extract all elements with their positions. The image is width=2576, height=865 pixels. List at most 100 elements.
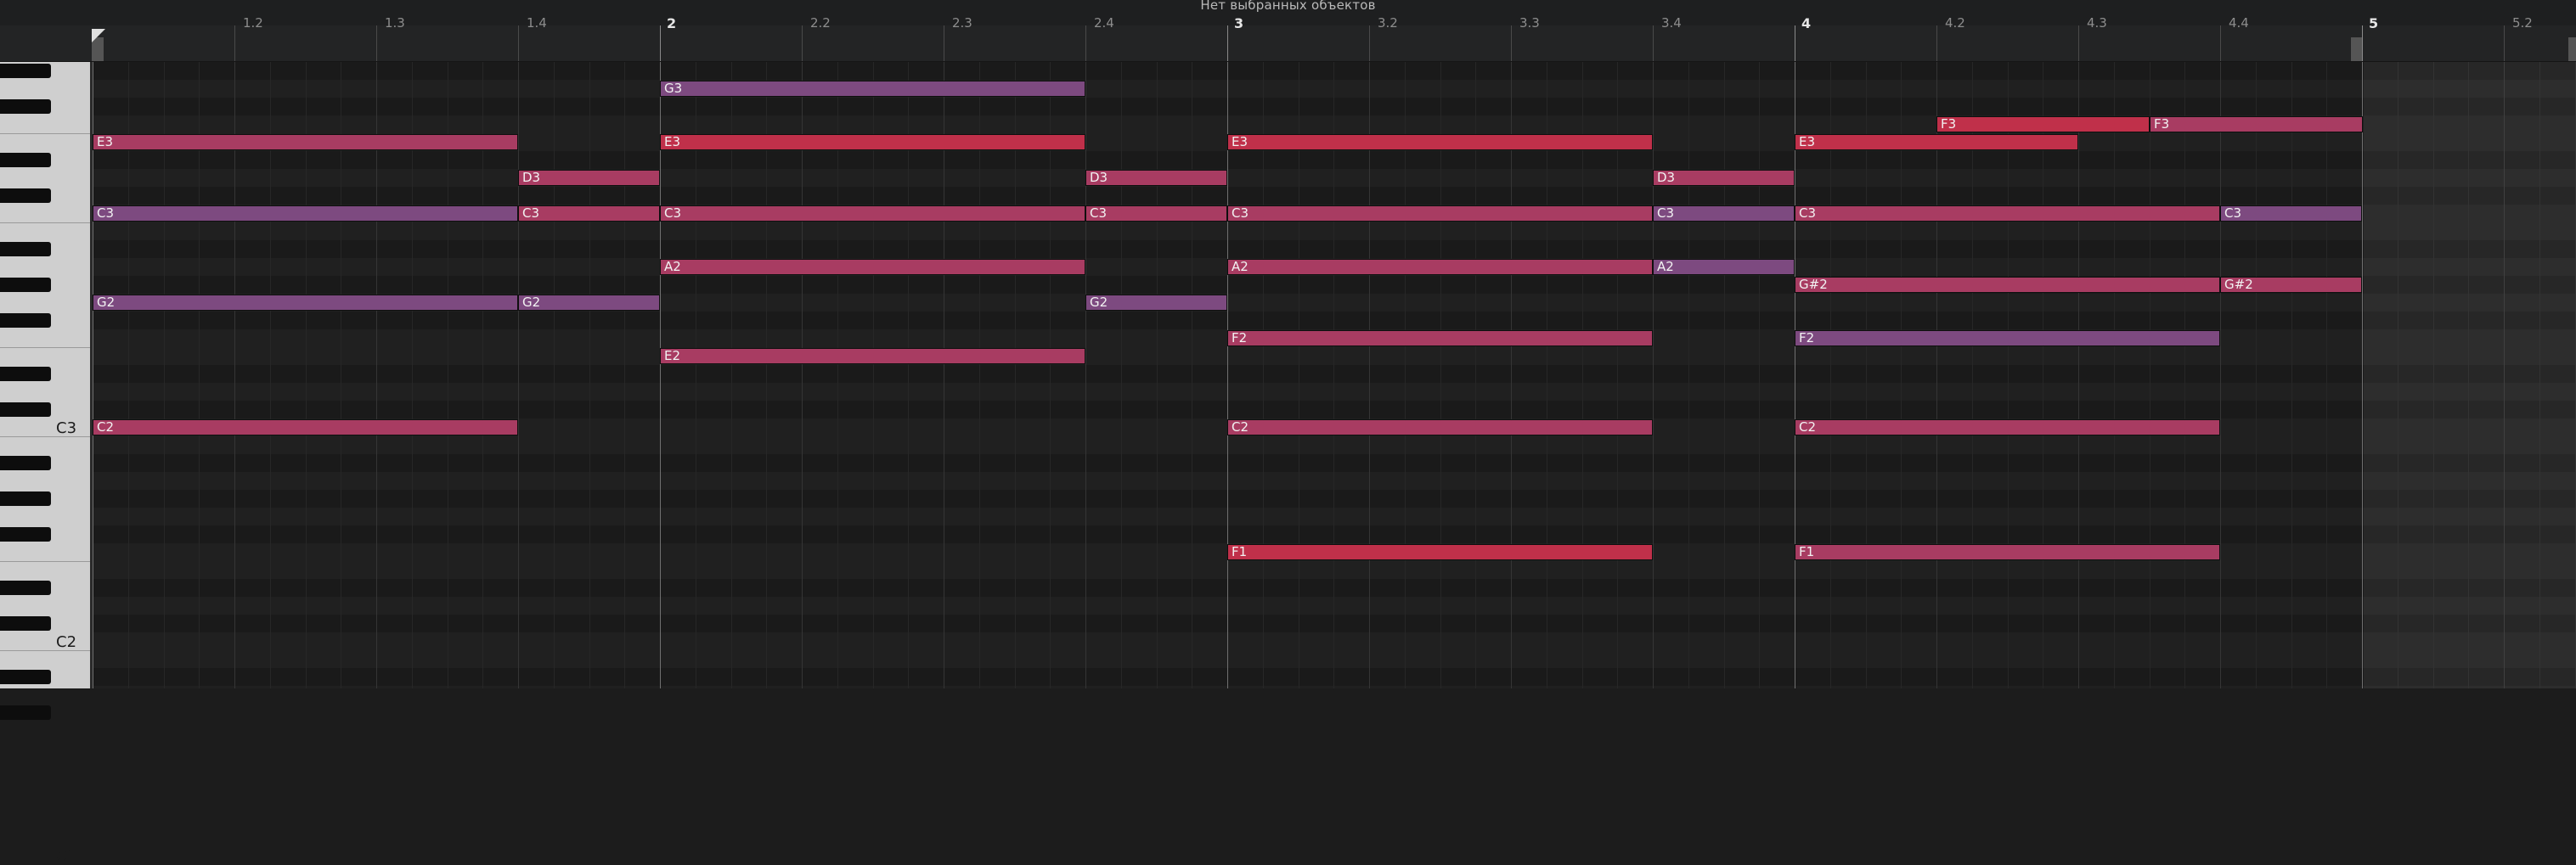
grid-line [1901,62,1902,688]
midi-note[interactable]: C3 [1085,205,1227,222]
grid-line [1972,62,1973,688]
ruler-tick [2362,25,2363,61]
grid-line [1227,62,1228,688]
grid-line [1830,62,1831,688]
playhead-start-flag-icon[interactable] [92,29,105,42]
ruler-beat-label: 4.2 [1945,15,1965,31]
grid-line [164,62,165,688]
ruler-tick [376,25,377,61]
pitch-lane [93,579,2576,597]
midi-note[interactable]: F1 [1227,544,1653,560]
midi-note[interactable]: C3 [1653,205,1795,222]
grid-line [660,62,661,688]
piano-key-divider [0,347,90,348]
piano-black-key[interactable] [0,456,51,470]
pitch-lane [93,508,2576,525]
piano-keyboard[interactable]: C3 C2 C1 [0,62,93,865]
midi-note[interactable]: E3 [1227,134,1653,150]
midi-note[interactable]: E2 [660,348,1085,364]
pitch-lane [93,472,2576,490]
midi-note[interactable]: D3 [518,170,660,186]
midi-note[interactable]: A2 [1653,259,1795,275]
piano-black-key[interactable] [0,99,51,114]
midi-note[interactable]: C2 [1227,419,1653,435]
piano-black-key[interactable] [0,527,51,542]
grid-line [2114,62,2115,688]
piano-black-key[interactable] [0,313,51,328]
piano-black-key[interactable] [0,64,51,78]
grid-line [1582,62,1583,688]
ruler-beat-label: 1.2 [243,15,263,31]
grid-line [1085,62,1086,688]
pitch-lane [93,62,2576,80]
midi-note[interactable]: C3 [2220,205,2362,222]
grid-line [1653,62,1654,688]
ruler-bar-label: 4 [1801,15,1812,31]
midi-note[interactable]: G2 [518,295,660,311]
piano-black-key[interactable] [0,402,51,417]
grid-line [2008,62,2009,688]
pitch-lane [93,187,2576,205]
pitch-lane [93,222,2576,240]
midi-note[interactable]: G2 [93,295,518,311]
pitch-lane [93,401,2576,418]
ruler-tick [234,25,235,61]
midi-note[interactable]: F1 [1795,544,2220,560]
pitch-lane [93,615,2576,632]
pitch-lane [93,240,2576,258]
piano-black-key[interactable] [0,153,51,167]
pitch-lane [93,525,2576,543]
piano-key-divider [0,436,90,437]
midi-note[interactable]: C3 [1795,205,2220,222]
piano-black-key[interactable] [0,367,51,381]
piano-roll-grid[interactable]: G3 F3 F3 E3 E3 E3 E3 D3 D3 D3 C3 C3 C3 C3 C3 C3 C3 C3 A2 A2… [93,62,2576,688]
midi-note[interactable]: C3 [518,205,660,222]
midi-note[interactable]: C3 [93,205,518,222]
ruler-tick [1936,25,1937,61]
ruler-beat-label: 2.3 [952,15,972,31]
piano-black-key[interactable] [0,705,51,720]
piano-black-key[interactable] [0,242,51,256]
grid-line [589,62,590,688]
ruler-tick [518,25,519,61]
midi-note[interactable]: F3 [1936,116,2150,132]
scroll-end-handle[interactable] [2568,37,2576,61]
ruler-tick [1369,25,1370,61]
midi-note[interactable]: G#2 [2220,277,2362,293]
grid-line [1333,62,1334,688]
grid-line [979,62,980,688]
piano-black-key[interactable] [0,670,51,684]
midi-note[interactable]: F3 [2150,116,2363,132]
midi-note[interactable]: G2 [1085,295,1227,311]
midi-note[interactable]: E3 [1795,134,2078,150]
midi-note[interactable]: F2 [1795,330,2220,346]
midi-note[interactable]: C2 [1795,419,2220,435]
midi-note[interactable]: G3 [660,81,1085,97]
midi-note[interactable]: C2 [93,419,518,435]
midi-note[interactable]: C3 [660,205,1085,222]
midi-note[interactable]: G#2 [1795,277,2220,293]
midi-note[interactable]: C3 [1227,205,1653,222]
piano-key-divider [0,561,90,562]
piano-black-key[interactable] [0,491,51,506]
midi-note[interactable]: A2 [1227,259,1653,275]
piano-black-key[interactable] [0,616,51,631]
grid-line [1440,62,1441,688]
midi-note[interactable]: E3 [93,134,518,150]
timeline-ruler[interactable] [0,25,2576,62]
grid-line [234,62,235,688]
grid-line [2362,62,2363,688]
piano-black-key[interactable] [0,278,51,292]
midi-note[interactable]: E3 [660,134,1085,150]
midi-note[interactable]: A2 [660,259,1085,275]
midi-note[interactable]: F2 [1227,330,1653,346]
piano-black-key[interactable] [0,188,51,203]
midi-note[interactable]: D3 [1653,170,1795,186]
grid-line [2326,62,2327,688]
grid-line [624,62,625,688]
grid-line [306,62,307,688]
loop-end-handle[interactable] [2351,37,2363,61]
grid-line [199,62,200,688]
midi-note[interactable]: D3 [1085,170,1227,186]
piano-black-key[interactable] [0,581,51,595]
